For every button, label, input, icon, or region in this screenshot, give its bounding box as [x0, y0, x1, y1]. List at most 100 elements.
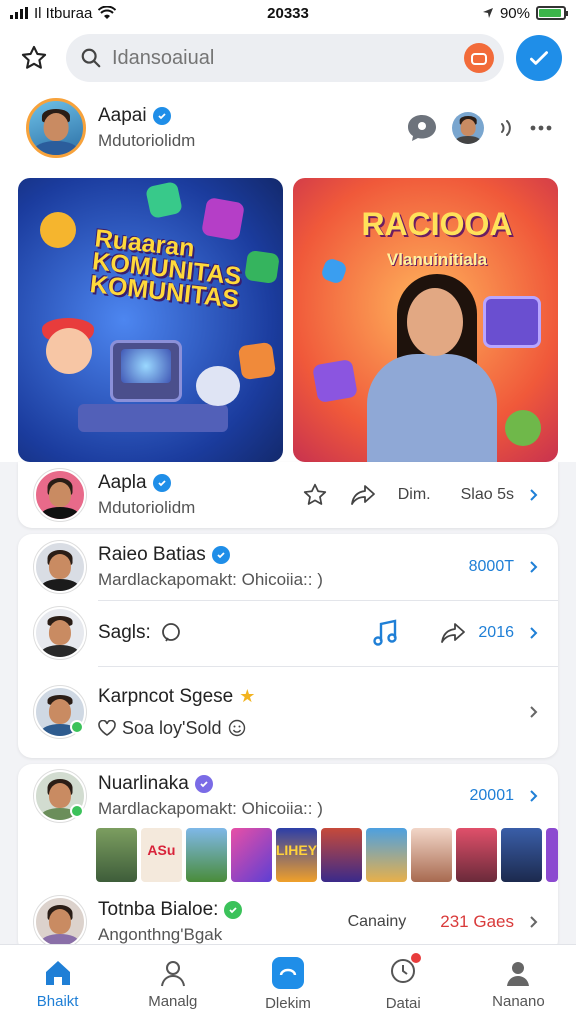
- chevron-right-icon[interactable]: [526, 704, 542, 720]
- list-item[interactable]: Raieo Batias Mardlackapomakt: Ohicoiia::…: [18, 534, 558, 600]
- more-icon[interactable]: [530, 125, 552, 131]
- banner-komunitas[interactable]: Ruaaran KOMUNITAS KOMUNITAS: [18, 178, 283, 462]
- music-note-icon[interactable]: [372, 619, 398, 647]
- emoji-icon[interactable]: [228, 719, 246, 737]
- chat-icon[interactable]: [406, 113, 438, 143]
- nav-account[interactable]: Nanano: [461, 945, 576, 1024]
- chevron-right-icon[interactable]: [526, 487, 542, 503]
- chevron-right-icon[interactable]: [526, 559, 542, 575]
- avatar[interactable]: [34, 770, 86, 822]
- media-thumbnail[interactable]: [185, 828, 227, 882]
- star-icon: [21, 45, 47, 69]
- avatar[interactable]: [34, 541, 86, 593]
- user-name: Raieo Batias: [98, 544, 206, 565]
- banner-title: RACIOOA: [361, 206, 513, 242]
- nav-label: Nanano: [492, 993, 545, 1010]
- search-icon: [81, 48, 101, 68]
- user-name: Nuarlinaka: [98, 773, 189, 794]
- singer-illustration: [367, 354, 497, 462]
- nav-profile[interactable]: Manalg: [115, 945, 230, 1024]
- carrier-label: Il Itburaa: [34, 4, 93, 22]
- nav-label: Datai: [385, 995, 421, 1012]
- media-thumbnail[interactable]: [320, 828, 362, 882]
- row-meta: 2016: [478, 624, 514, 641]
- media-thumbnail[interactable]: [455, 828, 497, 882]
- online-indicator: [70, 720, 84, 734]
- avatar[interactable]: [34, 607, 86, 659]
- row-meta: 8000T: [468, 558, 514, 575]
- media-thumbnail[interactable]: [96, 828, 137, 882]
- share-icon[interactable]: [350, 483, 376, 507]
- banner-carousel: Ruaaran KOMUNITAS KOMUNITAS RACIOOA Vlan…: [0, 166, 576, 462]
- camera-icon: [471, 53, 487, 65]
- app-icon: [145, 181, 183, 219]
- user-subtitle: Mardlackapomakt: Ohicoiia:: ): [98, 799, 323, 818]
- star-icon[interactable]: [302, 482, 328, 508]
- media-thumbnail[interactable]: [500, 828, 542, 882]
- home-icon: [45, 961, 70, 985]
- row-meta: Slao 5s: [460, 486, 514, 503]
- list-item[interactable]: Nuarlinaka Mardlackapomakt: Ohicoiia:: )…: [18, 764, 558, 828]
- nav-home[interactable]: Bhaikt: [0, 945, 115, 1024]
- account-icon: [507, 962, 530, 986]
- search-action-button[interactable]: [464, 43, 494, 73]
- user-icon: [160, 961, 185, 987]
- media-thumbnail[interactable]: [365, 828, 407, 882]
- friend-avatar[interactable]: [452, 112, 484, 144]
- nav-label: Manalg: [148, 993, 198, 1010]
- banner-karaoke[interactable]: RACIOOA Vlanuinitiala: [293, 178, 558, 462]
- top-bar: [0, 26, 576, 90]
- chevron-right-icon[interactable]: [526, 788, 542, 804]
- nav-label: Dlekim: [265, 995, 311, 1012]
- battery-percent: 90%: [499, 4, 530, 22]
- media-thumbnail[interactable]: [410, 828, 452, 882]
- verified-icon: [152, 107, 171, 125]
- signal-icon: [10, 7, 28, 19]
- media-thumbnail[interactable]: [230, 828, 272, 882]
- heart-icon[interactable]: [98, 720, 116, 736]
- sound-icon[interactable]: [498, 118, 516, 138]
- user-name: Karpncot Sgese: [98, 685, 234, 707]
- row-meta: 231 Gaes: [440, 912, 514, 931]
- feed-card: Raieo Batias Mardlackapomakt: Ohicoiia::…: [18, 534, 558, 758]
- location-icon: [482, 8, 493, 18]
- user-subtitle: Angonthng'Bgak: [98, 925, 223, 944]
- create-icon: [272, 957, 304, 989]
- media-thumbnail[interactable]: LIHEY: [275, 828, 317, 882]
- list-item[interactable]: Aapla Mdutoriolidm Dim. Slao 5s: [18, 462, 558, 528]
- feed-card: Aapla Mdutoriolidm Dim. Slao 5s: [18, 462, 558, 528]
- battery-icon: [536, 6, 568, 20]
- search-input[interactable]: [112, 46, 454, 70]
- computer-illustration: [110, 340, 182, 402]
- banner-subtitle: Vlanuinitiala: [386, 250, 488, 269]
- list-item[interactable]: Sagls: 2016: [18, 600, 558, 666]
- status-bar: Il Itburaa 20333 90%: [0, 0, 576, 26]
- check-button[interactable]: [516, 35, 562, 81]
- profile-subtitle: Mdutoriolidm: [98, 131, 196, 150]
- avatar[interactable]: [26, 98, 86, 158]
- tv-illustration: [483, 296, 541, 348]
- feed-card: Nuarlinaka Mardlackapomakt: Ohicoiia:: )…: [18, 764, 558, 954]
- check-icon: [530, 51, 548, 65]
- share-icon[interactable]: [440, 621, 466, 645]
- avatar[interactable]: [34, 896, 86, 948]
- verified-icon: [211, 546, 230, 564]
- banner-title: Ruaaran KOMUNITAS KOMUNITAS: [88, 224, 243, 314]
- row-meta: 20001: [469, 787, 515, 804]
- comment-icon[interactable]: [159, 621, 183, 645]
- clock-icon: [40, 212, 76, 248]
- nav-create[interactable]: Dlekim: [230, 945, 345, 1024]
- nav-activity[interactable]: Datai: [346, 945, 461, 1024]
- chevron-right-icon[interactable]: [526, 914, 542, 930]
- avatar[interactable]: [34, 686, 86, 738]
- list-item[interactable]: Karpncot Sgese ★ Soa loy'Sold: [18, 666, 558, 758]
- favorite-button[interactable]: [14, 38, 54, 78]
- user-name: Sagls:: [98, 622, 151, 643]
- profile-header[interactable]: Aapai Mdutoriolidm: [0, 90, 576, 166]
- avatar[interactable]: [34, 469, 86, 521]
- media-thumbnail[interactable]: ASu: [140, 828, 182, 882]
- bottom-nav: Bhaikt Manalg Dlekim Datai Nanano: [0, 944, 576, 1024]
- media-thumbnail[interactable]: [545, 828, 558, 882]
- chevron-right-icon[interactable]: [526, 625, 542, 641]
- online-indicator: [70, 804, 84, 818]
